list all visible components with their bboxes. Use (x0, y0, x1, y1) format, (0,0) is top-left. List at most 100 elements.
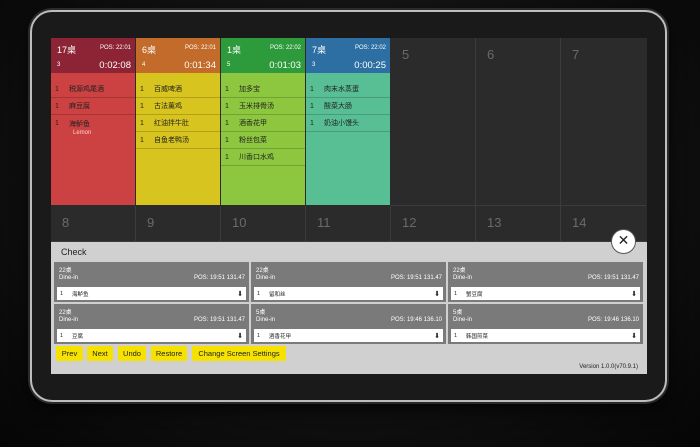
change-screen-settings-button[interactable]: Change Screen Settings (192, 346, 286, 361)
order-header: 17桌 POS: 22:01 3 0:02:08 (51, 38, 135, 73)
order-item[interactable]: 1 酒香花甲 (221, 115, 305, 132)
item-name: 玉米排骨汤 (239, 103, 274, 110)
item-name: 粉丝包菜 (239, 137, 267, 144)
table-cell-8[interactable]: 8 (51, 206, 136, 242)
order-elapsed-time: 0:01:34 (184, 60, 216, 71)
item-qty: 1 (225, 85, 229, 93)
item-name: 酒香花甲 (239, 120, 267, 127)
order-header: 6桌 POS: 22:01 4 0:01:34 (136, 38, 220, 73)
ticket-table: 22桌 (59, 268, 72, 274)
order-item[interactable]: 1 玉米排骨汤 (221, 98, 305, 115)
order-table: 17桌 (57, 45, 77, 55)
order-card-17[interactable]: 17桌 POS: 22:01 3 0:02:08 1 税源鸡尾酒 1 麻豆腐 1 海鲈… (51, 38, 135, 205)
kds-screen: 5 6 7 8 9 10 11 12 13 14 17桌 POS: 22:01 … (51, 38, 647, 374)
ticket-pos: POS: 19:46 136.10 (587, 317, 639, 323)
table-cell-10[interactable]: 10 (221, 206, 306, 242)
ticket-pos: POS: 19:51 131.47 (390, 275, 442, 281)
order-item[interactable]: 1 百威啤酒 (136, 81, 220, 98)
item-qty: 1 (55, 120, 59, 127)
cell-number: 14 (572, 215, 587, 230)
table-cell-5[interactable]: 5 (391, 38, 476, 206)
order-item[interactable]: 1 古法薰鸡 (136, 98, 220, 115)
close-icon[interactable]: ✕ (611, 229, 636, 254)
item-note: Lemon (73, 130, 92, 136)
item-qty: 1 (55, 102, 59, 110)
ticket-item-name: 酒香花甲 (269, 333, 292, 340)
check-ticket[interactable]: 5桌 Dine-in POS: 19:46 136.10 1 韩国煎菜 ⬇ (448, 304, 643, 344)
ticket-type: Dine-in (453, 275, 473, 281)
table-cell-12[interactable]: 12 (391, 206, 476, 242)
order-table: 1桌 (227, 45, 242, 55)
order-pos-time: POS: 22:01 (184, 45, 216, 51)
item-qty: 1 (140, 85, 144, 93)
download-icon[interactable]: ⬇ (631, 290, 637, 298)
item-qty: 1 (225, 153, 229, 161)
item-qty: 1 (140, 136, 144, 144)
check-ticket[interactable]: 22桌 Dine-in POS: 19:51 131.47 1 海鲈鱼 ⬇ (54, 262, 249, 302)
download-icon[interactable]: ⬇ (237, 290, 243, 298)
restore-button[interactable]: Restore (151, 346, 187, 361)
order-item[interactable]: 1 粉丝包菜 (221, 132, 305, 149)
order-pos-time: POS: 22:02 (354, 45, 386, 51)
ticket-item-name: 留和丝 (269, 291, 286, 298)
order-elapsed-time: 0:02:08 (99, 60, 131, 71)
ticket-item-row[interactable]: 1 豆腐 ⬇ (57, 329, 246, 342)
ticket-qty: 1 (257, 290, 261, 297)
ticket-type: Dine-in (59, 275, 79, 281)
check-ticket[interactable]: 22桌 Dine-in POS: 19:51 131.47 1 留和丝 ⬇ (251, 262, 446, 302)
download-icon[interactable]: ⬇ (631, 332, 637, 340)
order-item[interactable]: 1 自鱼老鸭汤 (136, 132, 220, 149)
ticket-table: 5桌 (256, 310, 266, 316)
table-cell-13[interactable]: 13 (476, 206, 561, 242)
cell-number: 5 (402, 47, 410, 62)
order-item[interactable]: 1 麻豆腐 (51, 98, 135, 115)
item-name: 税源鸡尾酒 (69, 86, 104, 93)
download-icon[interactable]: ⬇ (434, 290, 440, 298)
order-table: 6桌 (142, 45, 157, 55)
ticket-qty: 1 (454, 290, 458, 297)
item-qty: 1 (310, 119, 314, 127)
order-item[interactable]: 1 川香口水鸡 (221, 149, 305, 166)
ticket-item-row[interactable]: 1 韩国煎菜 ⬇ (451, 329, 640, 342)
order-item[interactable]: 1 加多宝 (221, 81, 305, 98)
ticket-item-row[interactable]: 1 海鲈鱼 ⬇ (57, 287, 246, 300)
table-cell-6[interactable]: 6 (476, 38, 561, 206)
table-cell-9[interactable]: 9 (136, 206, 221, 242)
check-ticket[interactable]: 22桌 Dine-in POS: 19:51 131.47 1 豆腐 ⬇ (54, 304, 249, 344)
ticket-item-row[interactable]: 1 蟹豆腐 ⬇ (451, 287, 640, 300)
ticket-item-row[interactable]: 1 留和丝 ⬇ (254, 287, 443, 300)
item-name: 酸菜大肠 (324, 103, 352, 110)
next-button[interactable]: Next (87, 346, 113, 361)
version-label: Version 1.0.0(v70.9.1) (579, 364, 638, 370)
order-item[interactable]: 1 税源鸡尾酒 (51, 81, 135, 98)
order-card-6[interactable]: 6桌 POS: 22:01 4 0:01:34 1 百威啤酒 1 古法薰鸡 1 红油拌… (136, 38, 220, 205)
table-cell-7[interactable]: 7 (561, 38, 646, 206)
order-item[interactable]: 1 酸菜大肠 (306, 98, 390, 115)
order-card-7[interactable]: 7桌 POS: 22:02 3 0:00:25 1 肉末水蒸蛋 1 酸菜大肠 1 奶油… (306, 38, 390, 205)
ticket-table: 22桌 (256, 268, 269, 274)
order-pos-time: POS: 22:01 (99, 45, 131, 51)
check-ticket[interactable]: 5桌 Dine-in POS: 19:46 136.10 1 酒香花甲 ⬇ (251, 304, 446, 344)
ticket-item-name: 韩国煎菜 (466, 333, 489, 340)
item-name: 川香口水鸡 (239, 154, 274, 161)
item-name: 麻豆腐 (69, 103, 90, 110)
download-icon[interactable]: ⬇ (237, 332, 243, 340)
ticket-qty: 1 (60, 290, 64, 297)
order-item-count: 3 (57, 62, 61, 68)
order-item[interactable]: 1 肉末水蒸蛋 (306, 81, 390, 98)
table-cell-11[interactable]: 11 (306, 206, 391, 242)
cell-number: 7 (572, 47, 580, 62)
ticket-type: Dine-in (59, 317, 79, 323)
check-ticket[interactable]: 22桌 Dine-in POS: 19:51 131.47 1 蟹豆腐 ⬇ (448, 262, 643, 302)
undo-button[interactable]: Undo (118, 346, 146, 361)
order-card-1[interactable]: 1桌 POS: 22:02 5 0:01:03 1 加多宝 1 玉米排骨汤 1 酒香花… (221, 38, 305, 205)
download-icon[interactable]: ⬇ (434, 332, 440, 340)
ticket-table: 5桌 (453, 310, 463, 316)
order-item[interactable]: 1 红油拌牛肚 (136, 115, 220, 132)
prev-button[interactable]: Prev (56, 346, 83, 361)
order-table: 7桌 (312, 45, 327, 55)
item-qty: 1 (310, 85, 314, 93)
order-item[interactable]: 1 奶油小馒头 (306, 115, 390, 132)
cell-number: 9 (147, 215, 155, 230)
ticket-item-row[interactable]: 1 酒香花甲 ⬇ (254, 329, 443, 342)
